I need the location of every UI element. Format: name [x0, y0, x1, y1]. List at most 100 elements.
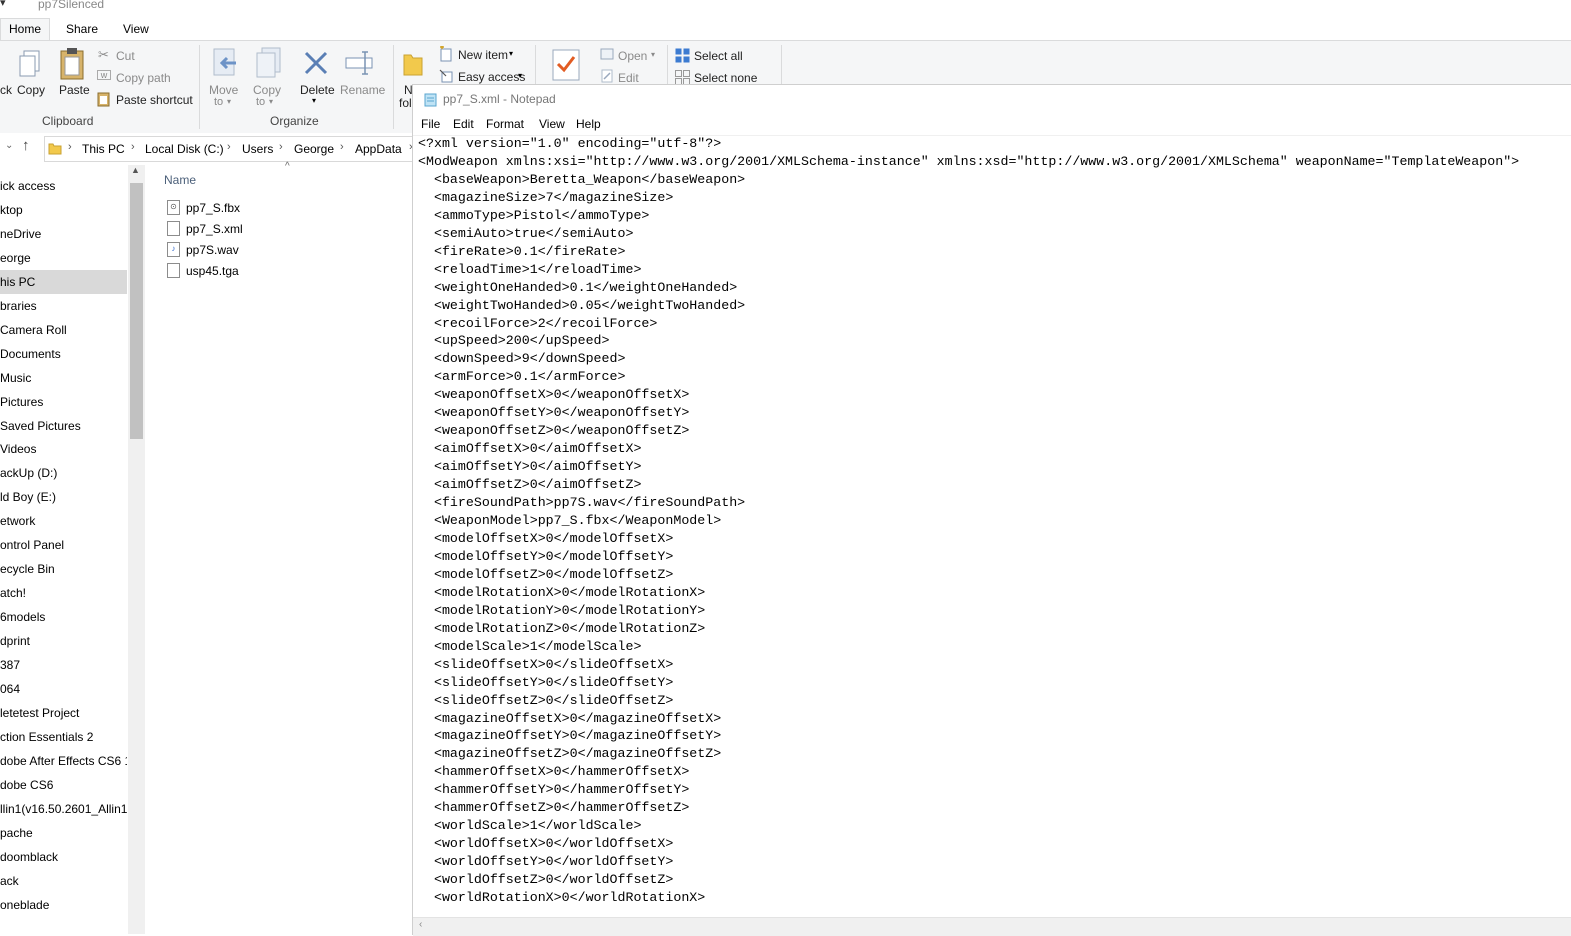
- tab-share[interactable]: Share: [58, 19, 106, 40]
- edit-button[interactable]: Edit: [618, 71, 639, 85]
- copy-to-icon[interactable]: [254, 47, 282, 79]
- nav-item[interactable]: Saved Pictures: [0, 414, 127, 438]
- nav-item[interactable]: ction Essentials 2: [0, 725, 127, 749]
- address-bar[interactable]: › This PC › Local Disk (C:) › Users › Ge…: [44, 136, 422, 162]
- menu-view[interactable]: View: [539, 117, 565, 131]
- chevron-right-icon[interactable]: ›: [340, 141, 344, 153]
- breadcrumb-appdata[interactable]: AppData: [355, 142, 402, 156]
- chevron-right-icon[interactable]: ›: [131, 141, 135, 153]
- breadcrumb-this-pc[interactable]: This PC: [82, 142, 125, 156]
- copy-to-dropdown-icon[interactable]: ▾: [269, 97, 273, 106]
- nav-item[interactable]: Documents: [0, 342, 127, 366]
- nav-item[interactable]: 387: [0, 653, 127, 677]
- scissors-icon[interactable]: ✂: [98, 47, 109, 63]
- rename-icon[interactable]: [344, 49, 376, 77]
- nav-item[interactable]: dobe CS6: [0, 773, 127, 797]
- nav-item[interactable]: oneblade: [0, 893, 127, 917]
- delete-button[interactable]: Delete: [300, 83, 335, 97]
- sort-ascending-icon[interactable]: ^: [285, 161, 290, 172]
- copy-path-icon[interactable]: w: [97, 70, 111, 80]
- paste-button[interactable]: Paste: [59, 83, 90, 97]
- new-item-button[interactable]: New item: [458, 48, 508, 62]
- copy-button[interactable]: Copy: [17, 83, 45, 97]
- scroll-left-arrow-icon[interactable]: ‹: [419, 919, 422, 930]
- nav-item[interactable]: Pictures: [0, 390, 127, 414]
- easy-access-icon[interactable]: [438, 68, 454, 84]
- horizontal-scrollbar[interactable]: ‹: [413, 917, 1571, 936]
- nav-item[interactable]: Music: [0, 366, 127, 390]
- notepad-title-bar[interactable]: pp7_S.xml - Notepad: [413, 85, 1571, 113]
- delete-icon[interactable]: [302, 49, 330, 77]
- nav-item[interactable]: his PC: [0, 269, 127, 294]
- menu-format[interactable]: Format: [486, 117, 524, 131]
- nav-item[interactable]: atch!: [0, 581, 127, 605]
- open-dropdown-icon[interactable]: ▾: [651, 50, 655, 59]
- nav-item[interactable]: braries: [0, 294, 127, 318]
- rename-button[interactable]: Rename: [340, 83, 385, 97]
- nav-item[interactable]: neDrive: [0, 222, 127, 246]
- edit-icon[interactable]: [600, 69, 614, 83]
- nav-item[interactable]: ld Boy (E:): [0, 485, 127, 509]
- breadcrumb-users[interactable]: Users: [242, 142, 273, 156]
- copy-icon[interactable]: [18, 49, 44, 79]
- nav-item[interactable]: Camera Roll: [0, 318, 127, 342]
- open-button[interactable]: Open: [618, 49, 647, 63]
- pin-quick-access-label[interactable]: ck: [0, 83, 12, 97]
- menu-file[interactable]: File: [421, 117, 440, 131]
- copy-to-button-line2[interactable]: to: [256, 96, 265, 108]
- move-to-button[interactable]: Move: [209, 83, 238, 97]
- nav-item[interactable]: ackUp (D:): [0, 461, 127, 485]
- select-all-icon[interactable]: [675, 48, 690, 63]
- tab-home[interactable]: Home: [0, 18, 51, 40]
- select-all-button[interactable]: Select all: [694, 49, 743, 63]
- menu-edit[interactable]: Edit: [453, 117, 474, 131]
- nav-item[interactable]: Videos: [0, 437, 127, 461]
- cut-button[interactable]: Cut: [116, 49, 135, 63]
- chevron-right-icon[interactable]: ›: [227, 141, 231, 153]
- tab-view[interactable]: View: [115, 19, 157, 40]
- move-to-icon[interactable]: [210, 47, 240, 79]
- nav-item[interactable]: ack: [0, 869, 127, 893]
- paste-shortcut-icon[interactable]: [97, 91, 111, 107]
- open-icon[interactable]: [600, 47, 614, 61]
- copy-to-button[interactable]: Copy: [253, 83, 281, 97]
- recent-locations-icon[interactable]: ⌄: [5, 140, 13, 151]
- quick-access-dropdown-icon[interactable]: ▾: [0, 0, 6, 9]
- breadcrumb-george[interactable]: George: [294, 142, 334, 156]
- nav-item[interactable]: etwork: [0, 509, 127, 533]
- nav-item[interactable]: letetest Project: [0, 701, 127, 725]
- move-to-dropdown-icon[interactable]: ▾: [227, 97, 231, 106]
- nav-scrollbar-thumb[interactable]: [130, 183, 143, 439]
- nav-item[interactable]: ontrol Panel: [0, 533, 127, 557]
- chevron-right-icon[interactable]: ›: [68, 141, 72, 153]
- file-item[interactable]: usp45.tga: [167, 261, 239, 281]
- file-item[interactable]: ♪ pp7S.wav: [167, 240, 239, 260]
- nav-item[interactable]: llin1(v16.50.2601_Allin1): [0, 797, 127, 821]
- up-arrow-icon[interactable]: ↑: [22, 137, 30, 154]
- paste-icon[interactable]: [58, 47, 86, 81]
- select-none-icon[interactable]: [675, 70, 690, 85]
- new-item-dropdown-icon[interactable]: ▾: [509, 49, 513, 58]
- file-item[interactable]: pp7_S.xml: [167, 219, 243, 239]
- paste-shortcut-button[interactable]: Paste shortcut: [116, 93, 193, 107]
- nav-item[interactable]: ecycle Bin: [0, 557, 127, 581]
- move-to-button-line2[interactable]: to: [214, 96, 223, 108]
- nav-item[interactable]: ick access: [0, 174, 127, 198]
- scroll-up-arrow-icon[interactable]: ▲: [131, 165, 140, 175]
- nav-item[interactable]: 6models: [0, 605, 127, 629]
- nav-item[interactable]: ktop: [0, 198, 127, 222]
- nav-item[interactable]: eorge: [0, 246, 127, 270]
- copy-path-button[interactable]: Copy path: [116, 71, 171, 85]
- menu-help[interactable]: Help: [576, 117, 601, 131]
- file-item[interactable]: ⊙ pp7_S.fbx: [167, 198, 240, 218]
- easy-access-button[interactable]: Easy access: [458, 70, 525, 84]
- new-folder-icon[interactable]: [402, 49, 424, 77]
- nav-scrollbar[interactable]: ▲: [128, 165, 145, 934]
- delete-dropdown-icon[interactable]: ▾: [312, 96, 316, 105]
- new-folder-button-line2[interactable]: fol: [399, 96, 412, 110]
- new-item-icon[interactable]: [438, 46, 454, 62]
- nav-item[interactable]: pache: [0, 821, 127, 845]
- breadcrumb-local-disk[interactable]: Local Disk (C:): [145, 142, 224, 156]
- nav-item[interactable]: dobe After Effects CS6 11: [0, 749, 127, 773]
- nav-item[interactable]: 064: [0, 677, 127, 701]
